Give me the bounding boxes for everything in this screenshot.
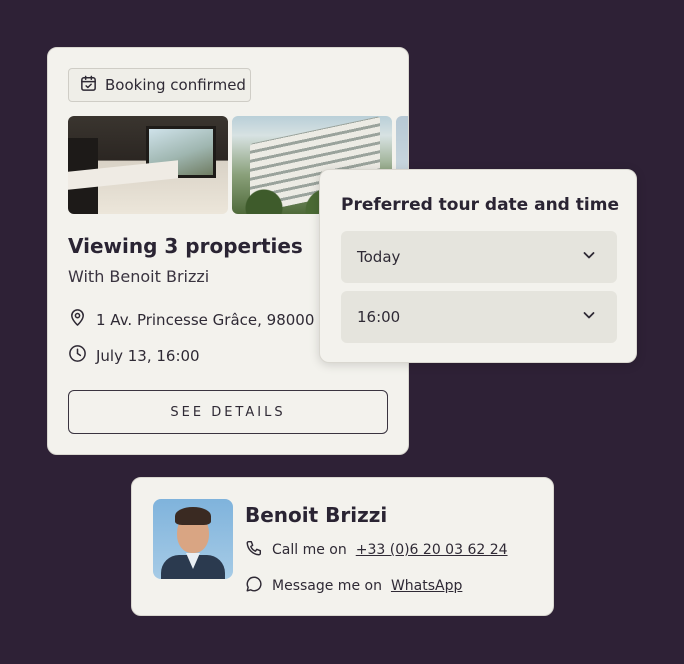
map-pin-icon: [68, 308, 87, 331]
booking-title: Viewing 3 properties: [68, 234, 303, 258]
chevron-down-icon: [581, 307, 597, 327]
time-value: 16:00: [357, 308, 401, 326]
property-photo[interactable]: [68, 116, 228, 214]
message-contact-row: Message me on WhatsApp: [245, 575, 462, 597]
call-contact-row: Call me on +33 (0)6 20 03 62 24: [245, 539, 508, 561]
time-dropdown[interactable]: 16:00: [341, 291, 617, 343]
datetime-row: July 13, 16:00: [68, 344, 200, 367]
phone-icon: [245, 539, 263, 561]
tour-title: Preferred tour date and time: [341, 195, 619, 215]
avatar: [153, 499, 233, 579]
agent-card: Benoit Brizzi Call me on +33 (0)6 20 03 …: [131, 477, 554, 616]
clock-icon: [68, 344, 87, 367]
address-text: 1 Av. Princesse Grâce, 98000 M: [96, 310, 333, 329]
date-dropdown[interactable]: Today: [341, 231, 617, 283]
chat-bubble-icon: [245, 575, 263, 597]
call-prefix: Call me on: [272, 542, 347, 558]
date-value: Today: [357, 248, 401, 266]
tour-preference-card: Preferred tour date and time Today 16:00: [319, 169, 637, 363]
agent-name: Benoit Brizzi: [245, 503, 388, 527]
booking-subtitle: With Benoit Brizzi: [68, 267, 210, 286]
see-details-button[interactable]: SEE DETAILS: [68, 390, 388, 434]
address-row: 1 Av. Princesse Grâce, 98000 M: [68, 308, 332, 331]
calendar-check-icon: [79, 74, 98, 97]
booking-confirmed-badge: Booking confirmed: [68, 68, 251, 102]
whatsapp-link[interactable]: WhatsApp: [391, 578, 462, 594]
message-prefix: Message me on: [272, 578, 382, 594]
phone-link[interactable]: +33 (0)6 20 03 62 24: [356, 542, 508, 558]
badge-label: Booking confirmed: [105, 76, 246, 94]
datetime-text: July 13, 16:00: [96, 346, 200, 365]
chevron-down-icon: [581, 247, 597, 267]
